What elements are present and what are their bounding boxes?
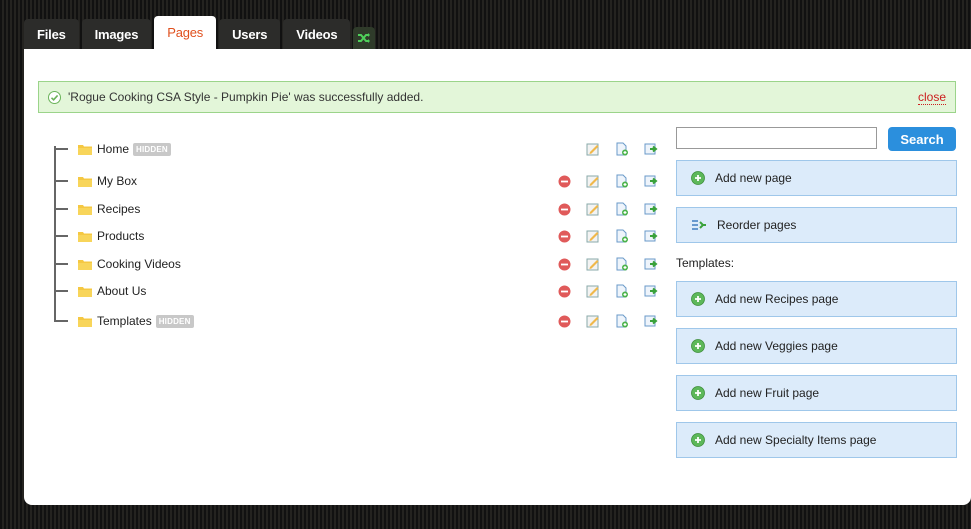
folder-icon	[78, 286, 92, 297]
folder-icon	[78, 316, 92, 327]
move-page-icon[interactable]	[643, 313, 659, 329]
row-actions	[556, 199, 672, 219]
row-actions	[556, 139, 672, 159]
tab-files[interactable]: Files	[24, 19, 79, 49]
tree-branch	[54, 235, 68, 237]
tree-item-cooking-videos: Cooking Videos	[54, 254, 694, 274]
tree-item-label[interactable]: Recipes	[97, 202, 140, 216]
template-button-label: Add new Veggies page	[715, 339, 838, 353]
move-page-icon[interactable]	[643, 228, 659, 244]
edit-icon[interactable]	[585, 141, 601, 157]
template-button-label: Add new Specialty Items page	[715, 433, 877, 447]
edit-icon[interactable]	[585, 201, 601, 217]
tree-item-label[interactable]: Cooking Videos	[97, 257, 181, 271]
add-subpage-icon[interactable]	[614, 201, 630, 217]
edit-icon[interactable]	[585, 256, 601, 272]
template-button-label: Add new Fruit page	[715, 386, 820, 400]
plus-circle-icon	[691, 171, 705, 185]
tree-item-about-us: About Us	[54, 281, 694, 301]
tree-branch	[54, 290, 68, 292]
tab-users[interactable]: Users	[219, 19, 281, 49]
close-link[interactable]: close	[917, 90, 946, 105]
check-circle-icon	[48, 90, 61, 104]
tree-branch	[54, 263, 68, 265]
notice-message: 'Rogue Cooking CSA Style - Pumpkin Pie' …	[68, 90, 424, 104]
delete-icon[interactable]	[556, 228, 572, 244]
tab-videos[interactable]: Videos	[283, 19, 351, 49]
search-button[interactable]: Search	[888, 127, 956, 151]
tree-item-label[interactable]: About Us	[97, 284, 146, 298]
tree-branch	[54, 148, 68, 150]
add-new-specialty-items-page-button[interactable]: Add new Specialty Items page	[676, 422, 957, 458]
hidden-badge: HIDDEN	[155, 314, 194, 328]
add-subpage-icon[interactable]	[614, 228, 630, 244]
move-page-icon[interactable]	[643, 283, 659, 299]
reorder-pages-label: Reorder pages	[717, 218, 797, 232]
template-button-label: Add new Recipes page	[715, 292, 839, 306]
tree-item-home: Home HIDDEN	[54, 139, 694, 159]
row-actions	[556, 226, 672, 246]
hidden-badge: HIDDEN	[133, 142, 171, 156]
add-new-recipes-page-button[interactable]: Add new Recipes page	[676, 281, 957, 317]
add-subpage-icon[interactable]	[614, 141, 630, 157]
tree-branch	[54, 180, 68, 182]
tree-item-my-box: My Box	[54, 171, 694, 191]
tree-item-recipes: Recipes	[54, 199, 694, 219]
edit-icon[interactable]	[585, 283, 601, 299]
add-subpage-icon[interactable]	[614, 313, 630, 329]
delete-icon[interactable]	[556, 313, 572, 329]
search-input[interactable]	[676, 127, 877, 149]
add-new-fruit-page-button[interactable]: Add new Fruit page	[676, 375, 957, 411]
reorder-pages-button[interactable]: Reorder pages	[676, 207, 957, 243]
plus-circle-icon	[691, 339, 705, 353]
move-page-icon[interactable]	[643, 141, 659, 157]
row-actions	[556, 311, 672, 331]
row-actions	[556, 281, 672, 301]
tree-item-label[interactable]: My Box	[97, 174, 137, 188]
edit-icon[interactable]	[585, 173, 601, 189]
folder-icon	[78, 204, 92, 215]
edit-icon[interactable]	[585, 313, 601, 329]
tab-pages[interactable]: Pages	[154, 16, 217, 49]
add-new-page-label: Add new page	[715, 171, 792, 185]
delete-icon[interactable]	[556, 283, 572, 299]
tree-item-label[interactable]: Home	[97, 142, 129, 156]
tree-branch	[54, 320, 68, 322]
tree-item-templates: Templates HIDDEN	[54, 311, 694, 331]
tree-branch	[54, 208, 68, 210]
folder-icon	[78, 144, 92, 155]
move-page-icon[interactable]	[643, 173, 659, 189]
folder-icon	[78, 176, 92, 187]
tab-images[interactable]: Images	[81, 19, 152, 49]
row-actions	[556, 171, 672, 191]
tree-item-label[interactable]: Templates	[97, 314, 152, 328]
delete-icon[interactable]	[556, 173, 572, 189]
plus-circle-icon	[691, 433, 705, 447]
add-subpage-icon[interactable]	[614, 283, 630, 299]
add-subpage-icon[interactable]	[614, 173, 630, 189]
plus-circle-icon	[691, 292, 705, 306]
tree-item-products: Products	[54, 226, 694, 246]
delete-icon[interactable]	[556, 201, 572, 217]
delete-icon[interactable]	[556, 256, 572, 272]
tree-item-label[interactable]: Products	[97, 229, 144, 243]
edit-icon[interactable]	[585, 228, 601, 244]
templates-heading: Templates:	[676, 256, 735, 270]
success-notice: 'Rogue Cooking CSA Style - Pumpkin Pie' …	[38, 81, 956, 113]
move-page-icon[interactable]	[643, 201, 659, 217]
row-actions	[556, 254, 672, 274]
reorder-icon	[691, 219, 707, 231]
tab-bar: Files Images Pages Users Videos	[24, 16, 378, 49]
folder-icon	[78, 231, 92, 242]
shuffle-icon[interactable]	[353, 27, 376, 49]
folder-icon	[78, 259, 92, 270]
move-page-icon[interactable]	[643, 256, 659, 272]
add-subpage-icon[interactable]	[614, 256, 630, 272]
add-new-veggies-page-button[interactable]: Add new Veggies page	[676, 328, 957, 364]
plus-circle-icon	[691, 386, 705, 400]
pages-panel: 'Rogue Cooking CSA Style - Pumpkin Pie' …	[24, 49, 971, 505]
add-new-page-button[interactable]: Add new page	[676, 160, 957, 196]
